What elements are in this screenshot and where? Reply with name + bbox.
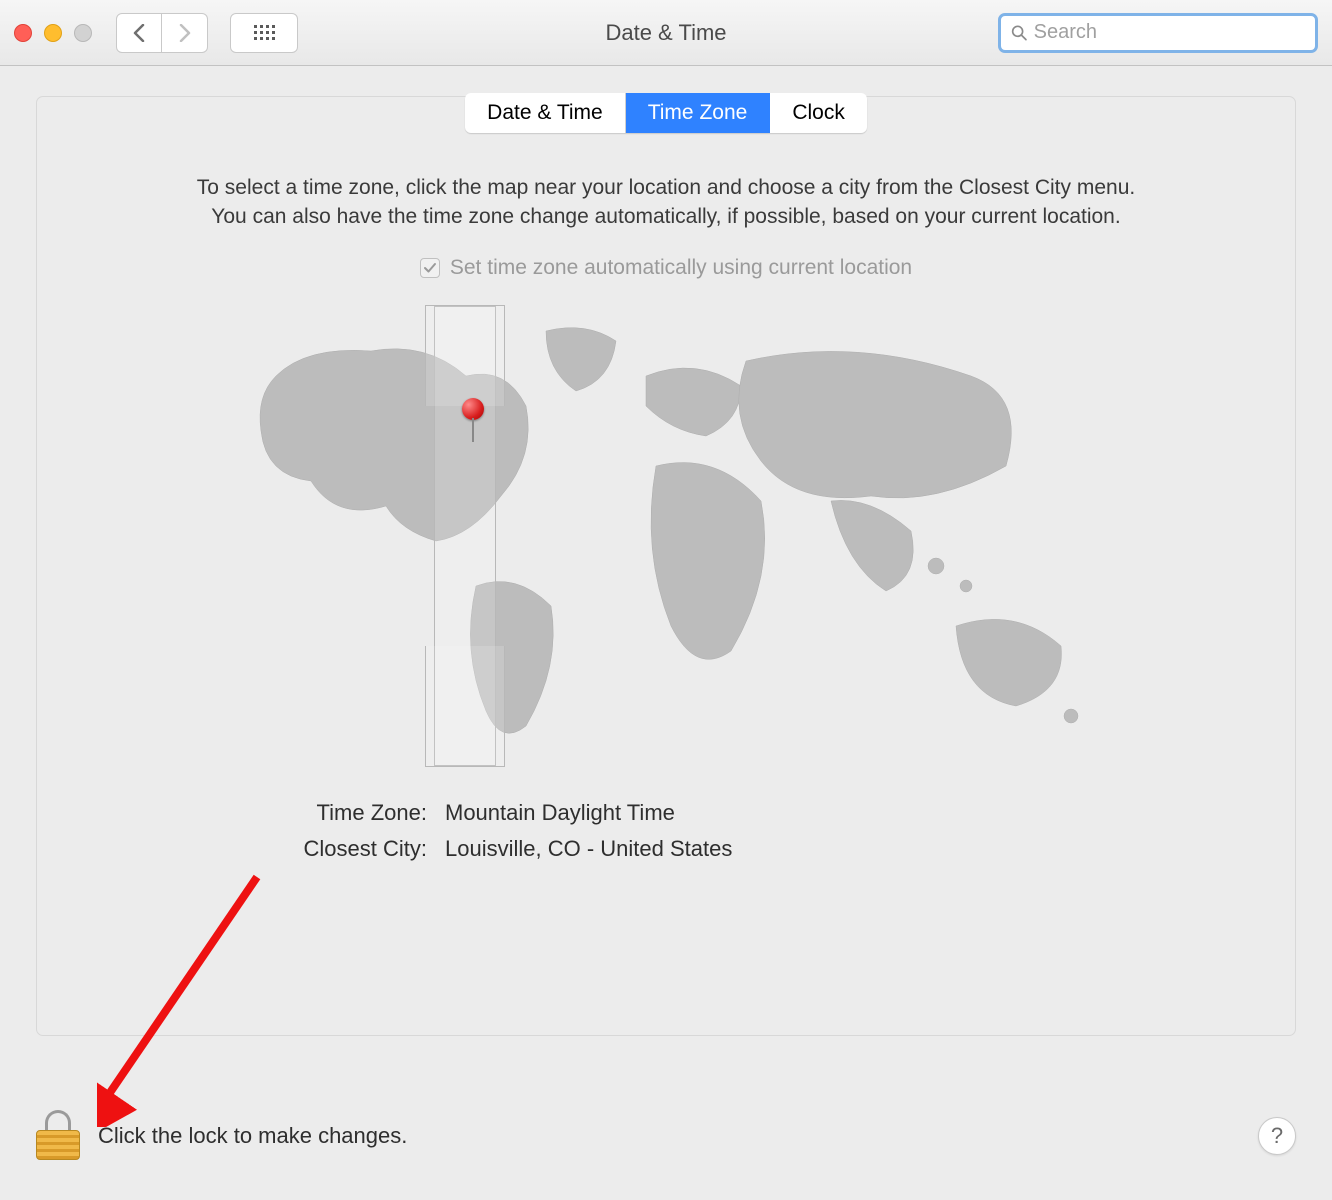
show-all-button[interactable]: [230, 13, 298, 53]
search-input[interactable]: [1034, 21, 1305, 44]
chevron-left-icon: [133, 24, 145, 42]
instructions-text: To select a time zone, click the map nea…: [37, 173, 1295, 232]
world-map[interactable]: [216, 306, 1116, 766]
close-window-button[interactable]: [14, 24, 32, 42]
window-titlebar: Date & Time: [0, 0, 1332, 66]
tab-clock[interactable]: Clock: [770, 93, 867, 133]
content-area: Date & Time Time Zone Clock To select a …: [0, 66, 1332, 1036]
auto-timezone-row: Set time zone automatically using curren…: [37, 256, 1295, 280]
minimize-window-button[interactable]: [44, 24, 62, 42]
tab-time-zone[interactable]: Time Zone: [626, 93, 771, 133]
help-icon: ?: [1271, 1123, 1283, 1149]
chevron-right-icon: [179, 24, 191, 42]
timezone-value: Mountain Daylight Time: [445, 800, 1295, 826]
window-title: Date & Time: [605, 20, 726, 46]
instructions-line-1: To select a time zone, click the map nea…: [197, 176, 1135, 199]
back-button[interactable]: [116, 13, 162, 53]
zoom-window-button[interactable]: [74, 24, 92, 42]
closest-city-value: Louisville, CO - United States: [445, 836, 1295, 862]
instructions-line-2: You can also have the time zone change a…: [211, 205, 1120, 228]
forward-button[interactable]: [162, 13, 208, 53]
search-field-container[interactable]: [998, 13, 1318, 53]
lock-button[interactable]: [36, 1112, 80, 1160]
tab-date-time[interactable]: Date & Time: [465, 93, 626, 133]
grid-icon: [254, 25, 275, 40]
footer-bar: Click the lock to make changes. ?: [36, 1106, 1296, 1166]
search-icon: [1011, 24, 1028, 42]
checkmark-icon: [423, 261, 437, 275]
nav-group: [116, 13, 208, 53]
world-map-svg: [216, 306, 1116, 766]
auto-timezone-label: Set time zone automatically using curren…: [450, 256, 912, 280]
preferences-panel: Date & Time Time Zone Clock To select a …: [36, 96, 1296, 1036]
timezone-highlight: [434, 306, 496, 766]
tab-segmented-control: Date & Time Time Zone Clock: [465, 93, 867, 133]
help-button[interactable]: ?: [1258, 1117, 1296, 1155]
annotation-arrow-icon: [97, 867, 297, 1127]
location-pin-icon[interactable]: [462, 398, 484, 438]
closest-city-label: Closest City:: [37, 836, 427, 862]
traffic-lights: [14, 24, 92, 42]
auto-timezone-checkbox[interactable]: [420, 258, 440, 278]
timezone-details: Time Zone: Mountain Daylight Time Closes…: [37, 800, 1295, 862]
timezone-label: Time Zone:: [37, 800, 427, 826]
lock-message: Click the lock to make changes.: [98, 1123, 407, 1149]
